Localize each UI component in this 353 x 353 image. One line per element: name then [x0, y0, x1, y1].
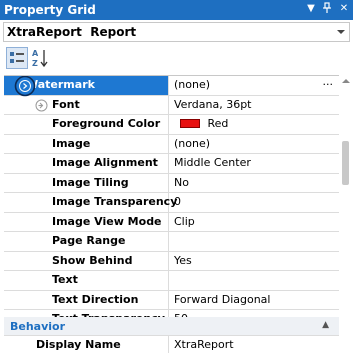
alphabetical-sort-icon: A Z — [32, 49, 48, 68]
property-value: Forward Diagonal — [174, 292, 271, 306]
window-title: Property Grid — [4, 3, 96, 17]
property-name: Text — [52, 273, 78, 286]
property-name: Image Transparency — [52, 195, 178, 208]
toolbar: A Z — [0, 44, 353, 74]
category-behavior[interactable]: Behavior ▲ — [4, 317, 339, 336]
property-name: Display Name — [36, 338, 121, 351]
scroll-thumb[interactable] — [342, 141, 349, 185]
category-title: Behavior — [10, 320, 66, 333]
svg-text:Z: Z — [32, 59, 38, 68]
property-value: Middle Center — [174, 156, 251, 169]
chevron-down-icon[interactable]: ▼ — [304, 2, 318, 16]
property-row-page-range[interactable]: Page Range — [4, 232, 339, 252]
property-row-image[interactable]: Image (none) — [4, 134, 339, 154]
property-name: Show Behind — [52, 253, 133, 267]
dropdown-arrow-icon[interactable] — [337, 30, 345, 34]
property-row-display-name[interactable]: Display Name XtraReport — [4, 336, 339, 353]
property-row-image-alignment[interactable]: Image Alignment Middle Center — [4, 154, 339, 174]
property-row-foreground-color[interactable]: Foreground Color Red — [4, 115, 339, 135]
pin-icon[interactable] — [320, 2, 334, 16]
vertical-scrollbar[interactable] — [339, 75, 353, 353]
svg-text:A: A — [32, 49, 39, 58]
property-name: Image Alignment — [52, 156, 158, 169]
property-name: Image Tiling — [52, 175, 129, 189]
property-value: Yes — [174, 253, 192, 267]
color-swatch — [180, 119, 200, 128]
property-name: Watermark — [26, 78, 95, 91]
property-value: (none) — [174, 78, 211, 91]
property-name: Font — [52, 97, 80, 111]
property-value: Red — [207, 117, 229, 130]
property-value: Verdana, 36pt — [174, 97, 252, 111]
close-icon[interactable]: ✕ — [337, 2, 351, 16]
property-name: Foreground Color — [52, 117, 161, 130]
property-name: Text Direction — [52, 292, 139, 306]
scroll-up-icon[interactable] — [342, 79, 350, 83]
property-row-image-transparency[interactable]: Image Transparency 0 — [4, 193, 339, 213]
property-row-watermark[interactable]: Watermark (none) ··· — [4, 75, 339, 97]
title-bar: Property Grid ▼ ✕ — [0, 0, 353, 20]
categorized-button[interactable] — [6, 47, 28, 69]
property-name: Image View Mode — [52, 214, 162, 228]
property-row-show-behind[interactable]: Show Behind Yes — [4, 251, 339, 271]
property-value: 0 — [174, 195, 181, 208]
property-row-text-direction[interactable]: Text Direction Forward Diagonal — [4, 290, 339, 310]
property-name: Image — [52, 136, 91, 150]
alphabetical-button[interactable]: A Z — [30, 47, 52, 69]
property-row-image-tiling[interactable]: Image Tiling No — [4, 173, 339, 193]
property-value: Clip — [174, 214, 195, 228]
ellipsis-button[interactable]: ··· — [323, 76, 334, 94]
collapse-caret-icon[interactable]: ▲ — [322, 320, 329, 330]
property-row-text[interactable]: Text — [4, 271, 339, 291]
categorized-icon — [10, 52, 24, 63]
selected-object-name: XtraReport Report — [7, 25, 137, 39]
property-value: XtraReport — [174, 338, 234, 351]
property-grid: Watermark (none) ··· Font Verdana, 36pt … — [4, 75, 339, 353]
property-row-font[interactable]: Font Verdana, 36pt — [4, 95, 339, 115]
expand-arrow-icon[interactable] — [35, 99, 48, 112]
expand-circle-icon[interactable] — [14, 75, 36, 97]
property-row-image-view-mode[interactable]: Image View Mode Clip — [4, 212, 339, 232]
object-selector[interactable]: XtraReport Report — [3, 22, 350, 42]
property-value: (none) — [174, 136, 211, 150]
property-value: No — [174, 175, 189, 189]
property-name: Page Range — [52, 234, 126, 247]
